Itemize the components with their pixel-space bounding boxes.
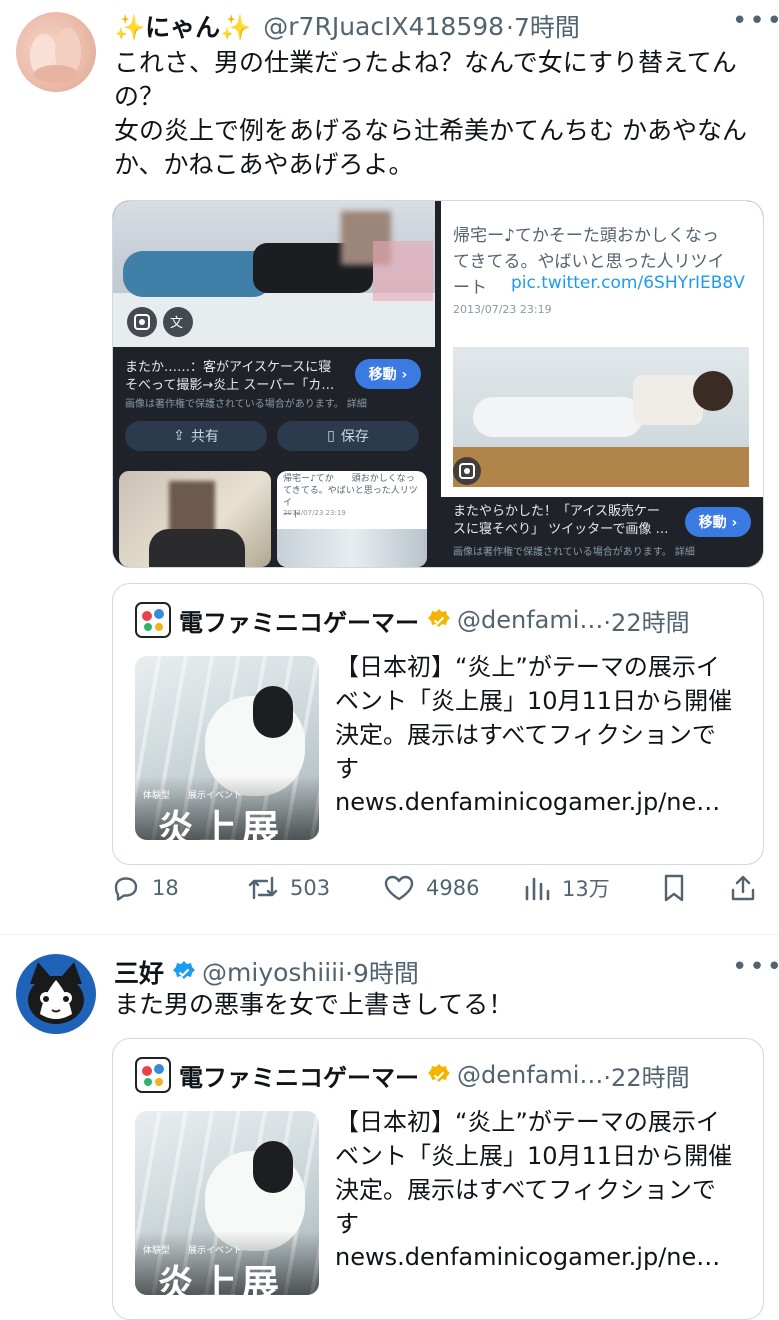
views-button[interactable]: 13万 (522, 872, 610, 904)
tweet-header: ✨にゃん✨ @r7RJuacIX418598 ·7時間 (114, 8, 580, 44)
media-image-right[interactable]: 帰宅ー♪てかそーた頭おかしくなっ てきてる。やばいと思った人リツイ ート pic… (441, 201, 763, 567)
quote-header: 電ファミニコゲーマー @denfami… ·22時間 (135, 602, 690, 638)
bookmark-button[interactable] (660, 872, 698, 904)
display-name[interactable]: ✨にゃん✨ (114, 8, 251, 44)
related-thumb-2[interactable]: 帰宅ー♪てか 頭おかしくなっ てきてる。やばいと思った人リツイ ート 2013/… (277, 471, 427, 567)
quote-thumbnail[interactable]: 体験型 展示イベント 炎上展 (135, 1111, 319, 1295)
copyright-note: 画像は著作権で保護されている場合があります。 詳細 (453, 547, 695, 558)
media-image-left[interactable]: 文 またか……：客がアイスケースに寝 そべって撮影→炎上 スーパー「カ… 画像は… (113, 201, 435, 567)
quote-link[interactable]: news.denfaminicogamer.jp/ne… (335, 788, 720, 816)
tweet-divider (0, 934, 779, 935)
photo-child-in-freezer (453, 347, 749, 487)
like-count: 4986 (426, 876, 480, 900)
embedded-tweet-date: 2013/07/23 23:19 (453, 303, 552, 316)
share-icon: ⇪ (173, 428, 185, 444)
quote-handle[interactable]: @denfami… (457, 606, 603, 634)
result-caption: またやらかした！「アイス販売ケー スに寝そべり」 ツイッターで画像 … (453, 504, 669, 537)
share-icon (731, 875, 755, 901)
lens-icon[interactable] (453, 457, 481, 485)
tweet-text: また男の悪事を女で上書きしてる！ (114, 990, 514, 1019)
verified-gold-icon (428, 1064, 450, 1082)
verified-blue-icon (173, 961, 196, 979)
user-handle[interactable]: @r7RJuacIX418598 (263, 12, 504, 41)
thumb-title: 炎上展 (157, 807, 284, 840)
translate-icon[interactable]: 文 (163, 307, 193, 337)
share-label: 共有 (190, 429, 219, 445)
share-button[interactable] (728, 872, 768, 904)
result-caption: またか……：客がアイスケースに寝 そべって撮影→炎上 スーパー「カ… (125, 360, 335, 393)
reply-count: 18 (152, 876, 179, 900)
tweet-text: これさ、男の仕業だったよね？なんで女にすり替えてんの？ 女の炎上で例をあげるなら… (114, 48, 747, 179)
save-button[interactable]: ▯ 保存 (277, 421, 419, 451)
quote-tweet[interactable]: 電ファミニコゲーマー @denfami… ·22時間 体験型 展示イベント 炎上… (112, 1038, 764, 1320)
quote-tweet[interactable]: 電ファミニコゲーマー @denfami… ·22時間 体験型 展示イベント 炎上… (112, 583, 764, 865)
heart-icon (384, 875, 414, 901)
analytics-icon (525, 877, 550, 901)
related-thumb-date: 2013/07/23 23:19 (283, 509, 346, 517)
quote-timestamp[interactable]: ·22時間 (603, 1058, 689, 1093)
photo-person-in-freezer (113, 201, 435, 347)
media-grid[interactable]: 文 またか……：客がアイスケースに寝 そべって撮影→炎上 スーパー「カ… 画像は… (112, 200, 764, 568)
tweet-actions: 18 503 4986 13万 (110, 872, 760, 916)
more-options-icon[interactable]: ••• (732, 952, 779, 982)
user-handle[interactable]: @miyoshiiii (202, 958, 345, 987)
thumb-title: 炎上展 (157, 1262, 284, 1295)
quote-display-name[interactable]: 電ファミニコゲーマー (179, 603, 419, 638)
verified-gold-icon (428, 609, 450, 627)
like-button[interactable]: 4986 (382, 872, 479, 904)
related-thumb-1[interactable] (119, 471, 271, 567)
more-options-icon[interactable]: ••• (732, 6, 779, 36)
quote-text: 【日本初】“炎上”がテーマの展示イベント「炎上展」10月11日から開催決定。展示… (335, 653, 733, 783)
quote-header: 電ファミニコゲーマー @denfami… ·22時間 (135, 1057, 690, 1093)
retweet-button[interactable]: 503 (246, 872, 330, 904)
denfami-logo-icon (135, 1057, 171, 1093)
avatar[interactable] (16, 12, 96, 92)
quote-thumbnail[interactable]: 体験型 展示イベント 炎上展 (135, 656, 319, 840)
tweet-header: 三好 @miyoshiiii ·9時間 (114, 954, 419, 990)
go-button[interactable]: 移動 › (355, 359, 421, 389)
quote-timestamp[interactable]: ·22時間 (603, 603, 689, 638)
timestamp[interactable]: ·7時間 (506, 8, 580, 44)
quote-link[interactable]: news.denfaminicogamer.jp/ne… (335, 1243, 720, 1271)
share-button[interactable]: ⇪ 共有 (125, 421, 267, 451)
bookmark-icon: ▯ (327, 428, 335, 444)
quote-text: 【日本初】“炎上”がテーマの展示イベント「炎上展」10月11日から開催決定。展示… (335, 1108, 733, 1238)
quote-display-name[interactable]: 電ファミニコゲーマー (179, 1058, 419, 1093)
retweet-count: 503 (290, 876, 331, 900)
embedded-tweet-link: pic.twitter.com/6SHYrIEB8V (511, 273, 745, 293)
timestamp[interactable]: ·9時間 (345, 954, 419, 990)
view-count: 13万 (562, 877, 610, 901)
retweet-icon (248, 876, 278, 900)
lens-icon[interactable] (127, 307, 157, 337)
denfami-logo-icon (135, 602, 171, 638)
reply-icon (114, 877, 138, 901)
avatar[interactable] (16, 954, 96, 1034)
copyright-note: 画像は著作権で保護されている場合があります。 詳細 (125, 399, 367, 410)
svg-text:文: 文 (170, 316, 183, 331)
display-name[interactable]: 三好 (114, 954, 164, 990)
bookmark-icon (664, 874, 684, 902)
quote-handle[interactable]: @denfami… (457, 1061, 603, 1089)
go-button[interactable]: 移動 › (685, 507, 751, 537)
reply-button[interactable]: 18 (110, 872, 179, 904)
save-label: 保存 (340, 429, 369, 445)
